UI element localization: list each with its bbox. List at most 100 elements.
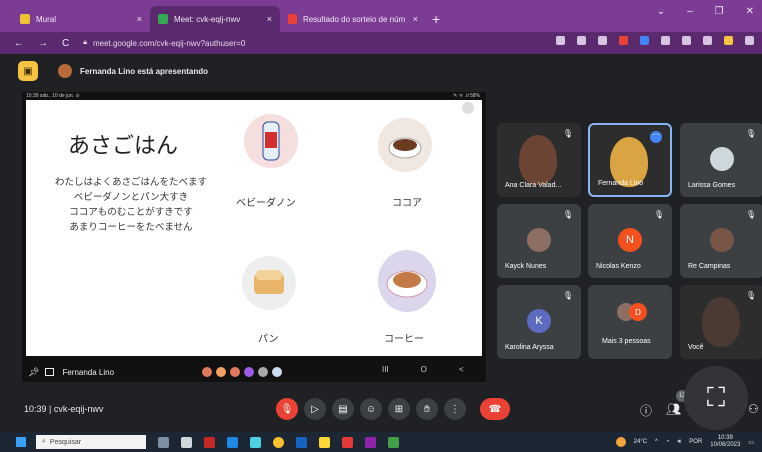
more-options-button[interactable]: ⋮ [444, 398, 466, 420]
app-icon[interactable] [342, 436, 353, 448]
notification-icon[interactable]: ▭ [748, 439, 754, 446]
minimize-icon[interactable]: – [687, 6, 693, 17]
camera-icon[interactable] [556, 36, 565, 45]
device-nav: III O < [382, 365, 464, 374]
app-icon[interactable] [365, 436, 376, 448]
self-view-tile[interactable]: 🎙︎ Você [680, 285, 762, 359]
participant-name: Karolina Aryssa [505, 344, 554, 351]
participant-name: Larissa Gomes [688, 182, 736, 189]
mic-off-icon: 🎙︎ [562, 129, 573, 138]
tab-label: Mural [36, 14, 57, 24]
more-participants-tile[interactable]: D Mais 3 pessoas [588, 285, 672, 359]
participant-name: Fernanda Lino [598, 180, 644, 187]
more-options-icon[interactable]: ⋯ [650, 131, 662, 143]
slide-control-icon[interactable] [462, 102, 474, 114]
present-icon[interactable]: ▣ [18, 61, 38, 81]
app-icon[interactable] [388, 436, 399, 448]
avatar: K [527, 309, 551, 333]
people-icon[interactable]: 👥︎ [666, 402, 681, 416]
maximize-icon[interactable]: ❐ [715, 6, 724, 17]
home-icon[interactable]: O [421, 365, 427, 374]
participant-tile[interactable]: K 🎙︎ Karolina Aryssa [497, 285, 581, 359]
tab-resultado[interactable]: Resultado do sorteio de número × [280, 6, 426, 32]
raise-hand-button[interactable]: ✋︎ [416, 398, 438, 420]
close-icon[interactable]: × [259, 14, 272, 24]
self-video [702, 297, 740, 347]
browser-tab-bar: Mural × Meet: cvk-eqij-nwv × Resultado d… [0, 0, 762, 32]
back-icon[interactable]: ← [14, 38, 24, 49]
window-controls: ⌄ – ❐ ✕ [657, 6, 754, 17]
slide-line: わたしはよくあさごはんをたべます [54, 177, 207, 188]
volume-icon[interactable]: 🔊︎ [678, 439, 682, 446]
participant-name: Nicolas Kenzo [596, 263, 641, 270]
tab-mural[interactable]: Mural × [12, 6, 150, 32]
profile-icon[interactable] [724, 36, 733, 45]
app-icon[interactable] [250, 436, 261, 448]
language-indicator[interactable]: POR [689, 439, 702, 445]
captions-button[interactable]: ▤ [332, 398, 354, 420]
participant-tile[interactable]: 🎙︎ Re Campinas [680, 204, 762, 278]
task-view-icon[interactable] [181, 436, 192, 448]
app-icon [216, 367, 226, 377]
close-icon[interactable]: × [129, 14, 142, 24]
puzzle-icon[interactable] [682, 36, 691, 45]
chat-icon[interactable]: ⛶ [684, 366, 748, 430]
folder-icon[interactable] [319, 436, 330, 448]
participant-tile[interactable]: 🎙︎ Kayck Nunes [497, 204, 581, 278]
stage-footer: 📌︎ Fernanda Lino III O < [22, 362, 486, 382]
tray-chevron-icon[interactable]: ^ [655, 439, 658, 445]
forward-icon[interactable]: → [38, 38, 48, 49]
close-icon[interactable]: × [405, 14, 418, 24]
participant-name: Kayck Nunes [505, 263, 547, 270]
chrome-icon[interactable] [273, 436, 284, 448]
slide: あさごはん わたしはよくあさごはんをたべます ベビーダノンとパン大すき ココアも… [26, 100, 482, 356]
info-icon[interactable]: ⓘ [640, 402, 652, 419]
extension-icon[interactable] [619, 36, 628, 45]
present-button[interactable]: ⊞ [388, 398, 410, 420]
leave-call-button[interactable]: ☎︎ [480, 398, 510, 420]
participant-tile[interactable]: 🎙︎ Larissa Gomes [680, 123, 762, 197]
participant-tile[interactable]: ⋯ Fernanda Lino [588, 123, 672, 197]
app-icon [244, 367, 254, 377]
avatar: N [618, 228, 642, 252]
edge-icon[interactable] [227, 436, 238, 448]
tab-meet[interactable]: Meet: cvk-eqij-nwv × [150, 6, 280, 32]
wifi-icon[interactable]: ◔ [666, 439, 670, 445]
url-field[interactable]: meet.google.com/cvk-eqij-nwv?authuser=0 [93, 39, 245, 48]
app-icon[interactable] [204, 436, 215, 448]
back-nav-icon[interactable]: < [459, 365, 464, 374]
camera-toggle-button[interactable]: ▷ [304, 398, 326, 420]
food-label: パン [258, 334, 279, 345]
mic-off-icon: 🎙︎ [653, 210, 664, 219]
meeting-info: 10:39 | cvk-eqij-nwv [24, 404, 103, 414]
more-participants-label: Mais 3 pessoas [602, 338, 651, 345]
new-tab-button[interactable]: + [432, 6, 440, 32]
mic-toggle-button[interactable]: 🎙︎ [276, 398, 298, 420]
participant-tile[interactable]: 🎙︎ Ana Clara Valad... [497, 123, 581, 197]
reload-icon[interactable]: C [62, 38, 69, 49]
menu-icon[interactable] [745, 36, 754, 45]
share-icon[interactable] [577, 36, 586, 45]
star-icon[interactable] [598, 36, 607, 45]
windows-start-icon[interactable] [16, 437, 26, 447]
extension-icon[interactable] [640, 36, 649, 45]
close-window-icon[interactable]: ✕ [746, 6, 754, 17]
participant-tile[interactable]: N 🎙︎ Nicolas Kenzo [588, 204, 672, 278]
yogurt-icon [244, 114, 298, 168]
app-icon [258, 367, 268, 377]
word-icon[interactable] [296, 436, 307, 448]
activities-icon[interactable]: ⚇ [748, 402, 759, 416]
sidebar-icon[interactable] [703, 36, 712, 45]
pin-icon[interactable]: 📌︎ [28, 367, 39, 378]
extension-icon[interactable] [661, 36, 670, 45]
widget-icon[interactable] [158, 436, 169, 448]
slide-line: ベビーダノンとパン大すき [73, 192, 189, 203]
emoji-button[interactable]: ☺ [360, 398, 382, 420]
app-icon [272, 367, 282, 377]
chevron-down-icon[interactable]: ⌄ [657, 6, 665, 17]
recent-apps-icon[interactable]: III [382, 365, 389, 374]
taskbar-clock[interactable]: 10:39 10/06/2023 [710, 435, 740, 449]
taskbar-search[interactable]: ⌕ Pesquisar [36, 435, 146, 449]
mic-off-icon: 🎙︎ [745, 210, 756, 219]
food-label: ベビーダノン [236, 198, 296, 209]
